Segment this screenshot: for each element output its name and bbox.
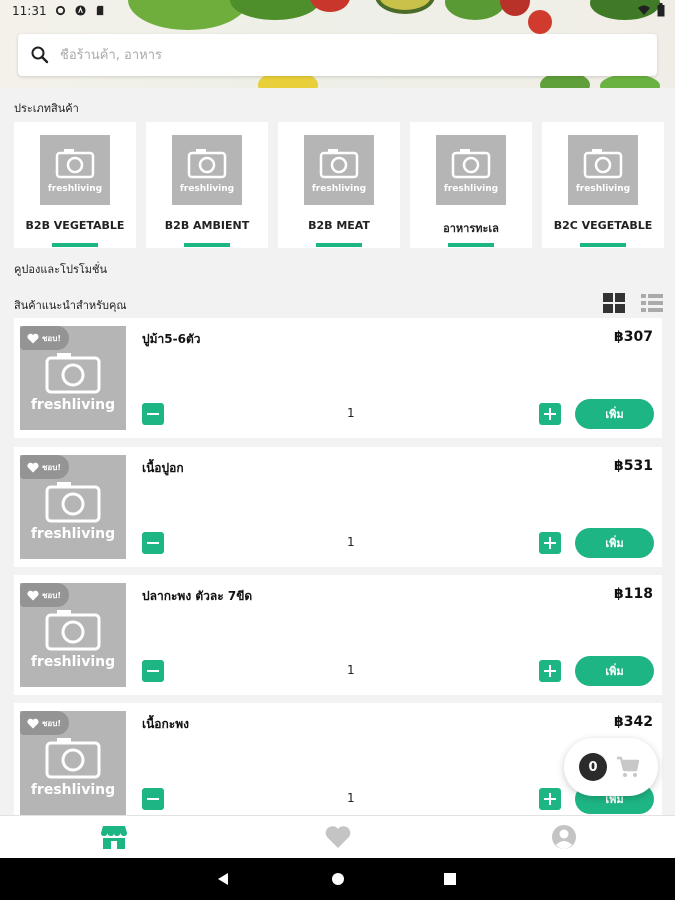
heart-icon xyxy=(27,718,39,728)
camera-icon: freshliving xyxy=(172,135,242,205)
quantity-value: 1 xyxy=(347,663,355,677)
quantity-value: 1 xyxy=(347,406,355,420)
system-navigation-bar xyxy=(0,858,675,900)
sd-card-icon xyxy=(96,5,104,16)
add-to-cart-button[interactable]: เพิ่ม xyxy=(575,528,654,558)
heart-icon xyxy=(27,462,39,472)
recents-icon[interactable] xyxy=(443,872,457,886)
category-underline xyxy=(52,243,98,247)
product-card[interactable]: freshliving ชอบ! ปูม้า5-6ตัว ฿307 1 เพิ่… xyxy=(14,318,662,438)
recommended-section-title: สินค้าแนะนำสำหรับคุณ xyxy=(14,299,127,312)
category-section-title: ประเภทสินค้า xyxy=(14,102,79,115)
decrease-quantity-button[interactable] xyxy=(142,532,164,554)
favorites-icon[interactable] xyxy=(324,824,352,850)
back-icon[interactable] xyxy=(216,872,230,886)
svg-text:freshliving: freshliving xyxy=(31,526,115,542)
camera-icon: freshliving xyxy=(436,135,506,205)
product-price: ฿118 xyxy=(614,586,653,602)
store-icon[interactable] xyxy=(100,824,128,850)
search-icon xyxy=(31,46,49,64)
category-list: freshliving B2B VEGETABLE freshliving B2… xyxy=(14,122,675,248)
favorite-button[interactable]: ชอบ! xyxy=(20,455,69,479)
favorite-label: ชอบ! xyxy=(42,462,61,472)
home-icon[interactable] xyxy=(331,872,345,886)
svg-text:freshliving: freshliving xyxy=(576,184,630,194)
cart-icon xyxy=(617,756,640,777)
category-name: B2B VEGETABLE xyxy=(25,219,125,232)
grid-view-icon[interactable] xyxy=(603,293,625,313)
wifi-icon xyxy=(638,5,650,15)
add-to-cart-button[interactable]: เพิ่ม xyxy=(575,656,654,686)
favorite-button[interactable]: ชอบ! xyxy=(20,711,69,735)
search-input[interactable] xyxy=(60,47,620,63)
decrease-quantity-button[interactable] xyxy=(142,660,164,682)
svg-text:freshliving: freshliving xyxy=(312,184,366,194)
profile-icon[interactable] xyxy=(550,824,578,850)
status-bar: 11:31 xyxy=(0,0,675,24)
svg-text:freshliving: freshliving xyxy=(444,184,498,194)
category-card[interactable]: freshliving B2C VEGETABLE xyxy=(542,122,664,248)
bottom-navigation xyxy=(0,815,675,858)
banner-vegetable xyxy=(600,74,660,88)
product-price: ฿342 xyxy=(614,714,653,730)
svg-text:freshliving: freshliving xyxy=(180,184,234,194)
category-card[interactable]: freshliving B2B VEGETABLE xyxy=(14,122,136,248)
add-to-cart-button[interactable]: เพิ่ม xyxy=(575,399,654,429)
favorite-label: ชอบ! xyxy=(42,333,61,343)
list-view-icon[interactable] xyxy=(641,293,663,313)
increase-quantity-button[interactable] xyxy=(539,660,561,682)
favorite-button[interactable]: ชอบ! xyxy=(20,326,69,350)
increase-quantity-button[interactable] xyxy=(539,532,561,554)
increase-quantity-button[interactable] xyxy=(539,788,561,810)
product-name: ปูม้า5-6ตัว xyxy=(142,332,201,346)
search-bar[interactable] xyxy=(18,34,657,76)
camera-icon: freshliving xyxy=(40,135,110,205)
product-card[interactable]: freshliving ชอบ! ปลากะพง ตัวละ 7ขีด ฿118… xyxy=(14,575,662,695)
cart-button[interactable]: 0 xyxy=(564,738,658,796)
decrease-quantity-button[interactable] xyxy=(142,788,164,810)
svg-text:freshliving: freshliving xyxy=(31,782,115,798)
category-card[interactable]: freshliving B2B AMBIENT xyxy=(146,122,268,248)
quantity-value: 1 xyxy=(347,791,355,805)
coupon-section-title: คูปองและโปรโมชั่น xyxy=(14,263,108,276)
category-underline xyxy=(184,243,230,247)
product-name: เนื้อกะพง xyxy=(142,717,189,731)
category-name: B2C VEGETABLE xyxy=(553,219,653,232)
settings-icon xyxy=(55,5,66,16)
decrease-quantity-button[interactable] xyxy=(142,403,164,425)
product-card[interactable]: freshliving ชอบ! เนื้อปูอก ฿531 1 เพิ่ม xyxy=(14,447,662,567)
category-name: B2B AMBIENT xyxy=(164,219,250,232)
category-card[interactable]: freshliving อาหารทะเล xyxy=(410,122,532,248)
svg-text:freshliving: freshliving xyxy=(31,397,115,413)
category-card[interactable]: freshliving B2B MEAT xyxy=(278,122,400,248)
product-price: ฿531 xyxy=(614,458,653,474)
increase-quantity-button[interactable] xyxy=(539,403,561,425)
favorite-label: ชอบ! xyxy=(42,590,61,600)
heart-icon xyxy=(27,333,39,343)
product-name: ปลากะพง ตัวละ 7ขีด xyxy=(142,589,253,603)
product-name: เนื้อปูอก xyxy=(142,461,184,475)
cart-count-badge: 0 xyxy=(579,753,607,781)
svg-text:freshliving: freshliving xyxy=(31,654,115,670)
category-name: B2B MEAT xyxy=(308,219,370,232)
category-underline xyxy=(580,243,626,247)
category-underline xyxy=(448,243,494,247)
svg-text:freshliving: freshliving xyxy=(48,184,102,194)
status-time: 11:31 xyxy=(12,4,47,18)
heart-icon xyxy=(27,590,39,600)
favorite-button[interactable]: ชอบ! xyxy=(20,583,69,607)
product-price: ฿307 xyxy=(614,329,653,345)
camera-icon: freshliving xyxy=(304,135,374,205)
battery-icon xyxy=(657,3,665,17)
category-underline xyxy=(316,243,362,247)
quantity-value: 1 xyxy=(347,535,355,549)
notification-a-icon xyxy=(75,5,86,16)
category-name: อาหารทะเล xyxy=(443,222,499,235)
favorite-label: ชอบ! xyxy=(42,718,61,728)
camera-icon: freshliving xyxy=(568,135,638,205)
